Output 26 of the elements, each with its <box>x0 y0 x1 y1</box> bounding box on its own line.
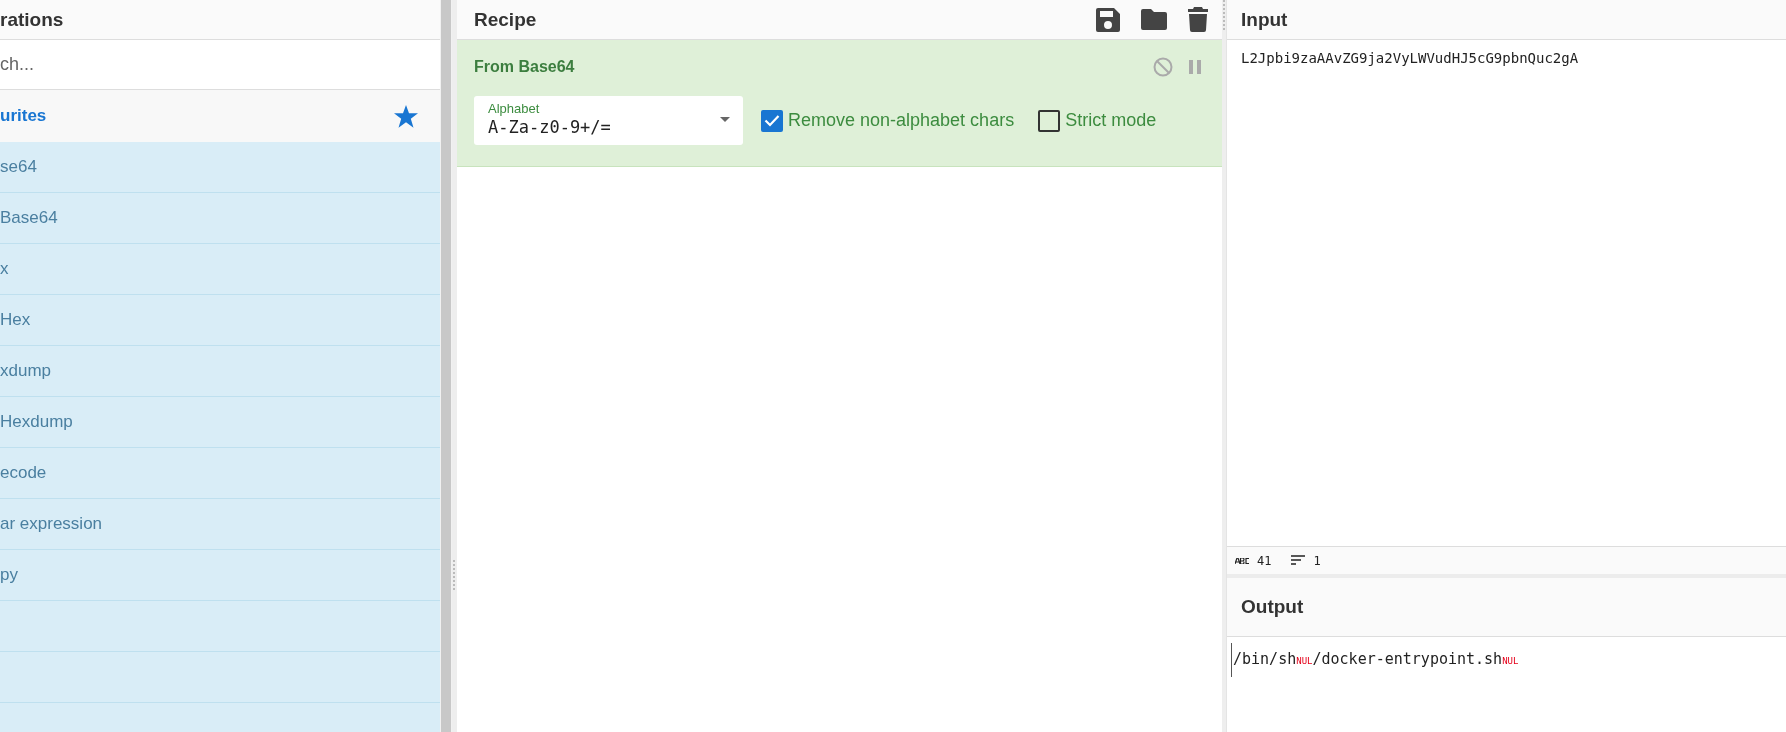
resize-handle[interactable] <box>1223 0 1225 30</box>
input-text[interactable]: L2Jpbi9zaAAvZG9ja2VyLWVudHJ5cG9pbnQuc2gA <box>1241 50 1579 66</box>
caret-icon <box>720 117 730 122</box>
save-icon[interactable] <box>1096 7 1120 32</box>
checkbox-label[interactable]: Strict mode <box>1065 110 1157 131</box>
panel-title: Recipe <box>474 8 537 31</box>
length-count: 41 <box>1257 553 1272 568</box>
scrollbar[interactable] <box>441 0 451 732</box>
category-header[interactable]: urites <box>0 90 440 142</box>
panel-title: Input <box>1241 8 1288 31</box>
checkbox[interactable] <box>1038 109 1061 132</box>
lines-icon <box>1291 554 1306 565</box>
folder-icon[interactable] <box>1141 9 1167 30</box>
output-text[interactable]: /bin/sh NUL/docker-entrypoint.sh NUL <box>1231 643 1525 677</box>
checkbox[interactable] <box>761 109 783 132</box>
panel-title: Output <box>1241 596 1304 618</box>
star-icon <box>394 104 418 128</box>
alphabet-dropdown[interactable]: Alphabet A-Za-z0-9+/= <box>474 96 743 145</box>
line-count: 1 <box>1313 553 1321 568</box>
search-field[interactable]: ch... <box>0 40 440 90</box>
checkbox-label[interactable]: Remove non-alphabet chars <box>788 110 1015 131</box>
trash-icon[interactable] <box>1188 7 1208 32</box>
panel-title: rations <box>0 8 64 31</box>
abc-icon <box>1235 557 1249 564</box>
resize-handle[interactable] <box>453 560 455 590</box>
operation-title: From Base64 <box>474 58 575 76</box>
